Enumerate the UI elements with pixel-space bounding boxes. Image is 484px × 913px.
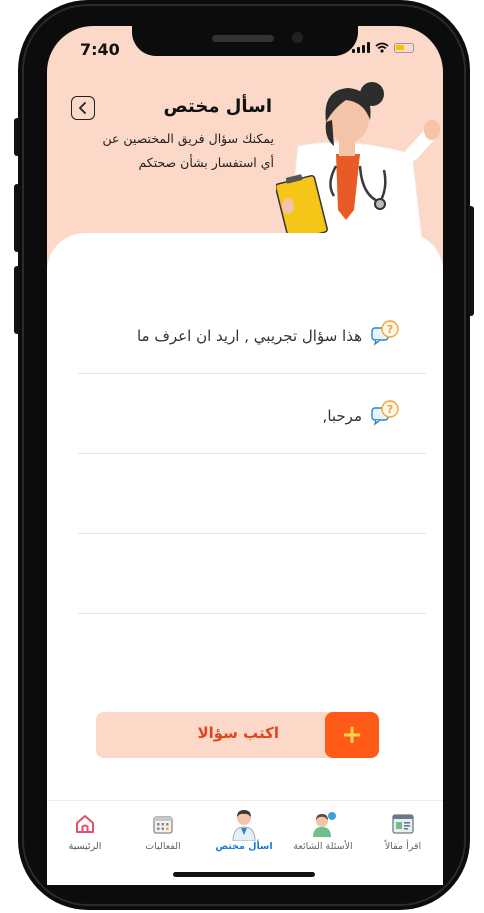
tab-read-article[interactable]: اقرأ مقالاً [365,801,441,852]
home-indicator [173,872,315,877]
status-time: 7:40 [80,40,120,59]
tab-faq[interactable]: الأسئلة الشائعة [285,801,361,852]
faq-avatar-icon [313,812,336,837]
power-button [468,206,474,316]
volume-down-button [14,266,20,334]
page-title: اسأل مختص [163,96,272,117]
question-item-empty [78,453,426,534]
volume-up-button [14,184,20,252]
page-subtitle-line1: يمكنك سؤال فريق المختصين عن [102,131,274,146]
calendar-icon [153,816,173,834]
question-item-empty [78,533,426,614]
svg-text:?: ? [387,403,393,416]
question-item[interactable]: مرحبا, ? [78,373,426,454]
tab-events[interactable]: الفعاليات [125,801,201,852]
write-question-button[interactable]: اكتب سؤالا + [96,712,379,758]
plus-icon: + [341,720,363,750]
tab-ask-specialist[interactable]: اسأل مختص [206,801,282,852]
tab-label: الفعاليات [145,841,181,852]
svg-text:?: ? [387,323,393,336]
write-question-label: اكتب سؤالا [197,724,279,742]
question-text: هذا سؤال تجريبي , اريد ان اعرف ما [136,327,362,345]
page-subtitle: يمكنك سؤال فريق المختصين عن أي استفسار ب… [74,127,274,175]
tab-home[interactable]: الرئيسية [47,801,123,852]
question-chat-icon: ? [371,400,399,426]
mute-switch [14,118,20,156]
front-camera [292,32,303,43]
plus-button[interactable]: + [325,712,379,758]
question-text: مرحبا, [322,407,362,425]
speaker [212,35,274,42]
doctor-illustration [276,82,440,240]
wifi-icon [375,42,389,53]
page-subtitle-line2: أي استفسار بشأن صحتكم [138,155,274,170]
tab-label: الرئيسية [68,841,102,852]
status-icons [352,42,414,53]
question-item[interactable]: هذا سؤال تجريبي , اريد ان اعرف ما ? [78,293,426,374]
battery-icon [394,42,414,53]
tab-label: اقرأ مقالاً [384,841,422,852]
chevron-left-icon [79,102,86,114]
doctor-icon [232,810,256,841]
home-icon [76,815,94,833]
tab-label: الأسئلة الشائعة [293,841,353,852]
tab-label: اسأل مختص [215,841,273,852]
question-chat-icon: ? [371,320,399,346]
article-icon [392,814,414,834]
back-button[interactable] [71,96,95,120]
